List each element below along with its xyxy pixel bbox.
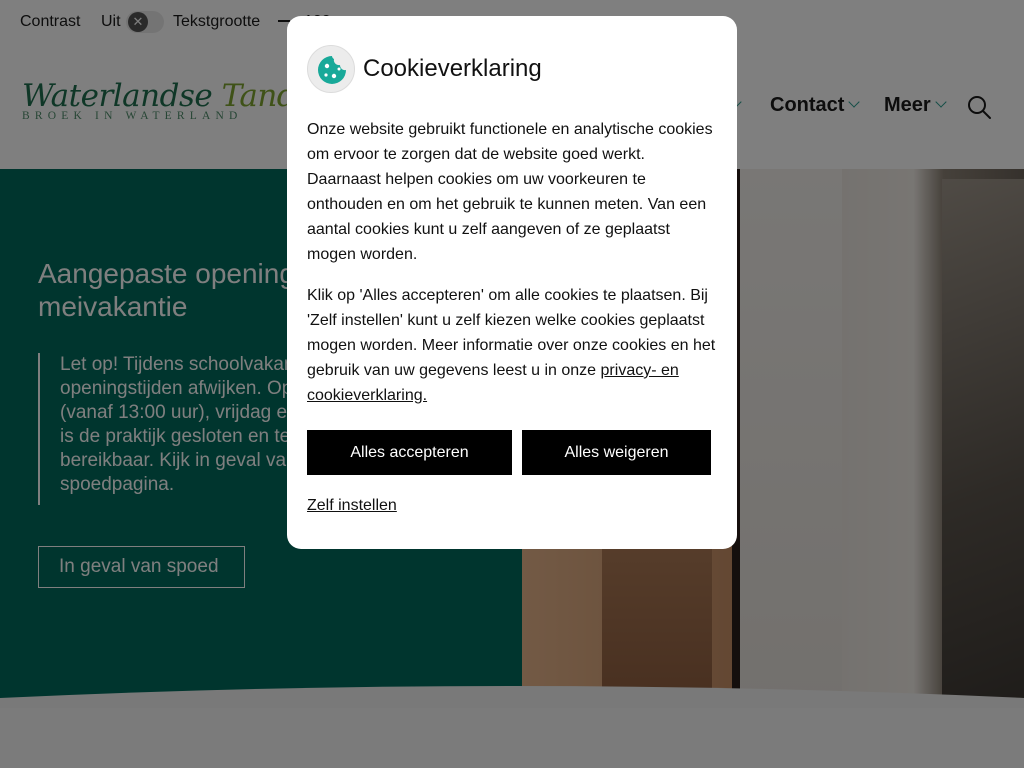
cookie-info-text: Klik op 'Alles accepteren' om alle cooki… <box>307 283 719 408</box>
reject-all-button[interactable]: Alles weigeren <box>522 430 711 475</box>
cookie-dialog-title: Cookieverklaring <box>363 55 542 82</box>
customize-cookies-link[interactable]: Zelf instellen <box>307 497 397 515</box>
cookie-dialog: Cookieverklaring Onze website gebruikt f… <box>287 16 737 549</box>
cookie-icon <box>307 45 355 93</box>
cookie-intro-text: Onze website gebruikt functionele en ana… <box>307 121 713 263</box>
accept-all-button[interactable]: Alles accepteren <box>307 430 512 475</box>
